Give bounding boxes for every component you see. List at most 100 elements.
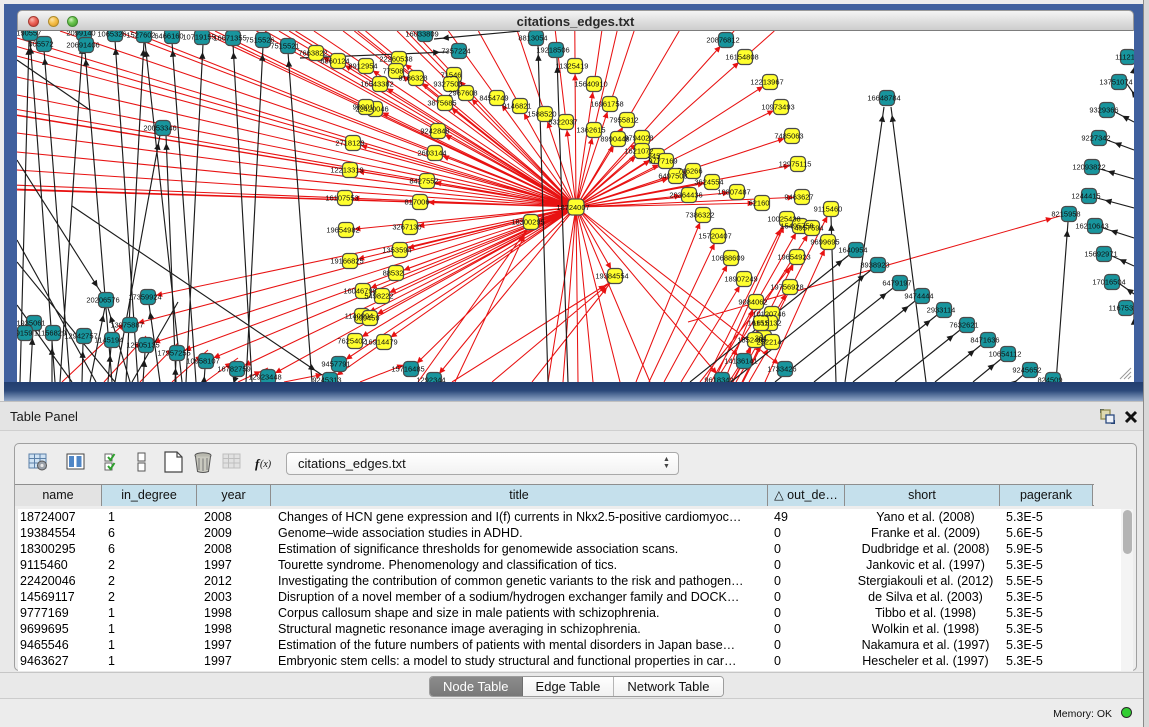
- svg-text:7625402: 7625402: [337, 337, 366, 346]
- svg-text:15640910: 15640910: [574, 80, 607, 89]
- svg-text:6466160: 6466160: [154, 32, 183, 41]
- svg-text:10688609: 10688609: [711, 254, 744, 263]
- svg-text:1362615: 1362615: [576, 126, 605, 135]
- svg-text:1244415: 1244415: [1071, 192, 1100, 201]
- svg-text:20053346: 20053346: [143, 124, 176, 133]
- svg-text:7386322: 7386322: [685, 211, 714, 220]
- svg-text:1733426: 1733426: [767, 365, 796, 374]
- svg-text:62160: 62160: [749, 199, 770, 208]
- svg-text:20206576: 20206576: [86, 296, 119, 305]
- svg-text:14136141: 14136141: [724, 357, 757, 366]
- svg-text:18724007: 18724007: [556, 203, 589, 212]
- svg-text:7632621: 7632621: [949, 321, 978, 330]
- svg-text:12213319: 12213319: [330, 166, 363, 175]
- svg-text:8322037: 8322037: [548, 118, 577, 127]
- svg-text:9327508: 9327508: [433, 80, 462, 89]
- svg-text:2718129: 2718129: [335, 139, 364, 148]
- svg-text:9699695: 9699695: [810, 238, 839, 247]
- svg-text:16210643: 16210643: [1075, 222, 1108, 231]
- svg-text:16648784: 16648784: [867, 94, 900, 103]
- svg-text:8186328: 8186328: [398, 74, 427, 83]
- svg-text:1190557: 1190557: [17, 31, 41, 38]
- svg-text:2603144: 2603144: [417, 149, 446, 158]
- svg-text:19756928: 19756928: [770, 283, 803, 292]
- svg-text:(x): (x): [260, 459, 272, 470]
- svg-text:20691406: 20691406: [66, 41, 99, 50]
- svg-text:824509: 824509: [1037, 376, 1062, 383]
- svg-text:15716485: 15716485: [391, 365, 424, 374]
- svg-text:16151: 16151: [748, 319, 769, 328]
- svg-text:6479197: 6479197: [882, 279, 911, 288]
- svg-text:16107553: 16107553: [325, 194, 358, 203]
- svg-text:1292344: 1292344: [416, 376, 445, 383]
- svg-text:19166825: 19166825: [330, 257, 363, 266]
- svg-text:13751074: 13751074: [1099, 78, 1132, 87]
- svg-text:1065326: 1065326: [97, 31, 126, 39]
- svg-text:10654112: 10654112: [989, 350, 1022, 359]
- svg-text:15720407: 15720407: [698, 232, 731, 241]
- svg-text:19654923: 19654923: [777, 253, 810, 262]
- svg-text:18300295: 18300295: [511, 218, 544, 227]
- svg-text:9227342: 9227342: [1081, 134, 1110, 143]
- svg-text:12505135: 12505135: [126, 341, 159, 350]
- svg-text:10719155: 10719155: [182, 33, 215, 42]
- svg-text:19384554: 19384554: [595, 272, 628, 281]
- svg-text:8427552: 8427552: [409, 177, 438, 186]
- svg-text:13975887: 13975887: [110, 321, 143, 330]
- svg-text:22260538: 22260538: [379, 55, 412, 64]
- svg-text:9794028: 9794028: [624, 134, 653, 143]
- svg-text:7357224: 7357224: [441, 47, 470, 56]
- svg-text:9245652: 9245652: [1012, 366, 1041, 375]
- svg-text:11121: 11121: [1115, 53, 1134, 62]
- svg-text:12093822: 12093822: [1072, 163, 1105, 172]
- svg-text:1640954: 1640954: [838, 246, 867, 255]
- svg-text:9463627: 9463627: [784, 193, 813, 202]
- svg-text:099459: 099459: [354, 314, 379, 323]
- svg-text:8860124: 8860124: [320, 57, 349, 66]
- svg-text:8938923: 8938923: [860, 261, 889, 270]
- svg-text:9474444: 9474444: [904, 292, 933, 301]
- svg-text:9329366: 9329366: [1089, 106, 1118, 115]
- svg-text:11156829: 11156829: [34, 329, 66, 338]
- svg-text:2933114: 2933114: [927, 306, 956, 315]
- svg-text:12975115: 12975115: [779, 160, 812, 169]
- svg-text:1145194: 1145194: [95, 336, 124, 345]
- svg-text:98901: 98901: [353, 103, 374, 112]
- svg-text:71546: 71546: [441, 71, 462, 80]
- svg-text:39159: 39159: [17, 329, 32, 338]
- svg-text:20876812: 20876812: [706, 36, 739, 45]
- svg-text:8471636: 8471636: [970, 336, 999, 345]
- svg-text:17016504: 17016504: [1092, 278, 1125, 287]
- svg-text:16914479: 16914479: [364, 338, 397, 347]
- svg-text:8215958: 8215958: [1051, 210, 1080, 219]
- svg-text:1852485: 1852485: [737, 336, 766, 345]
- svg-text:12213967: 12213967: [750, 78, 783, 87]
- svg-text:19218506: 19218506: [536, 46, 569, 55]
- svg-text:817006: 817006: [404, 198, 429, 207]
- svg-text:9115460: 9115460: [814, 205, 843, 214]
- svg-text:3875685: 3875685: [427, 99, 456, 108]
- svg-text:11325419: 11325419: [556, 62, 589, 71]
- svg-text:10958107: 10958107: [186, 357, 219, 366]
- svg-text:9457791: 9457791: [321, 360, 350, 369]
- svg-text:7955812: 7955812: [609, 116, 638, 125]
- svg-text:9245313: 9245313: [312, 376, 341, 383]
- svg-text:746266: 746266: [677, 167, 702, 176]
- svg-text:15692971: 15692971: [1084, 250, 1117, 259]
- svg-text:9242848: 9242848: [420, 127, 449, 136]
- svg-text:1353594: 1353594: [382, 246, 411, 255]
- svg-text:16543382: 16543382: [360, 80, 393, 89]
- svg-text:18907249: 18907249: [724, 275, 757, 284]
- svg-text:5498222: 5498222: [364, 292, 393, 301]
- svg-text:905572: 905572: [28, 40, 53, 49]
- svg-text:3267130: 3267130: [392, 223, 421, 232]
- svg-text:9084062: 9084062: [738, 298, 767, 307]
- svg-text:2967608: 2967608: [448, 89, 477, 98]
- svg-text:8912954: 8912954: [348, 62, 377, 71]
- svg-text:8813054: 8813054: [518, 34, 547, 43]
- svg-text:19654982: 19654982: [326, 226, 359, 235]
- svg-text:12923448: 12923448: [248, 373, 281, 382]
- svg-text:1935061: 1935061: [17, 319, 46, 328]
- svg-text:10973493: 10973493: [761, 103, 794, 112]
- svg-text:1527602: 1527602: [126, 31, 155, 40]
